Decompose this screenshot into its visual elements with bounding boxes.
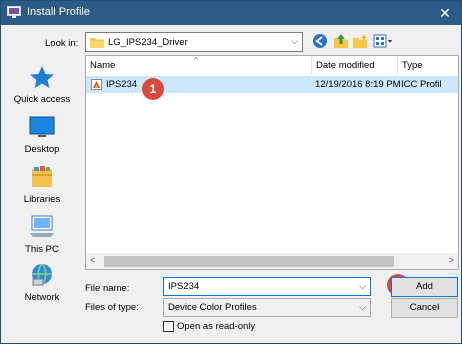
file-name-input[interactable]: IPS234 ⌵ [163,277,371,296]
desktop-icon [29,115,55,139]
install-profile-dialog: Install Profile ✕ Look in: LG_IPS234_Dri… [0,0,462,344]
place-label: Desktop [24,144,60,155]
place-network[interactable]: Network [10,263,74,307]
chevron-down-icon[interactable]: ⌵ [291,36,298,47]
place-this-pc[interactable]: This PC [10,215,74,259]
computer-icon [29,215,55,239]
column-header-date-modified[interactable]: Date modified [311,56,397,75]
place-label: Quick access [13,94,71,105]
annotation-badge-1: 1 [142,78,164,100]
place-label: Libraries [23,194,61,205]
title-bar: Install Profile ✕ [1,1,461,25]
column-header-name[interactable]: Name [86,56,311,75]
places-bar: Quick access Desktop Libraries This PC N… [10,57,72,335]
column-type-label: Type [402,60,423,71]
cancel-button[interactable]: Cancel [391,298,458,318]
add-button[interactable]: Add [391,277,458,297]
column-header-type[interactable]: Type [397,56,458,75]
chevron-down-icon[interactable]: ⌵ [359,281,366,292]
look-in-label: Look in: [45,38,79,49]
place-label: Network [24,292,60,303]
app-icon [7,6,21,19]
place-quick-access[interactable]: Quick access [10,65,74,109]
horizontal-scrollbar[interactable]: < > [85,253,459,270]
scrollbar-thumb[interactable] [104,256,394,267]
place-desktop[interactable]: Desktop [10,115,74,159]
files-of-type-dropdown[interactable]: Device Color Profiles ⌵ [163,298,371,317]
network-icon [29,263,55,287]
look-in-dropdown[interactable]: LG_IPS234_Driver ⌵ [85,32,303,52]
window-title: Install Profile [27,6,90,18]
open-readonly-label[interactable]: Open as read-only [177,321,255,332]
file-name-label: File name: [85,283,130,294]
column-date-label: Date modified [316,60,375,71]
folder-icon [90,36,104,48]
place-libraries[interactable]: Libraries [10,165,74,209]
icc-profile-file-icon [91,79,102,90]
back-arrow-icon[interactable] [312,33,328,49]
new-folder-icon[interactable] [352,33,368,49]
files-of-type-value: Device Color Profiles [168,302,257,313]
file-date-modified: 12/19/2016 8:19 PM [315,79,401,90]
file-name: IPS234 [106,79,138,90]
look-in-value: LG_IPS234_Driver [108,37,188,48]
up-folder-icon[interactable] [333,33,349,49]
file-type: ICC Profil [401,79,442,90]
star-icon [29,65,55,89]
file-name-value: IPS234 [168,281,200,292]
libraries-icon [29,165,55,189]
column-name-label: Name [90,60,116,71]
chevron-down-icon[interactable]: ⌵ [359,302,366,313]
scroll-right-arrow-icon[interactable]: > [449,255,454,265]
place-label: This PC [25,244,59,255]
scroll-left-arrow-icon[interactable]: < [90,255,95,265]
files-of-type-label: Files of type: [85,302,139,313]
view-menu-icon[interactable] [373,33,393,49]
sort-arrow-icon: ^ [194,56,198,65]
open-readonly-checkbox[interactable] [163,321,174,332]
close-icon[interactable]: ✕ [429,1,461,25]
